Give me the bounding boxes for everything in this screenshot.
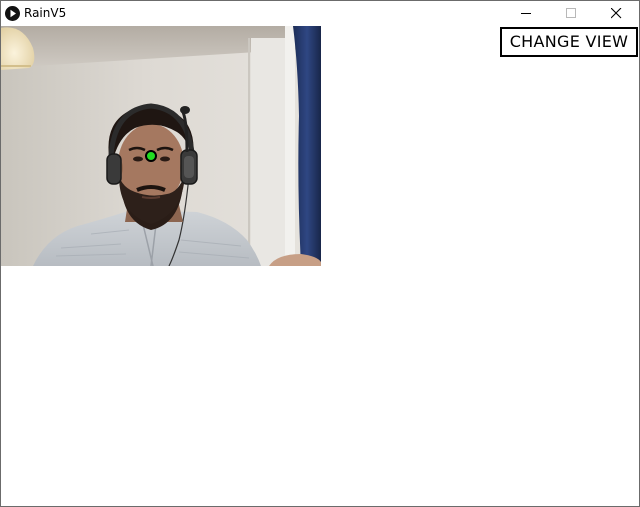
app-window: RainV5 CHANGE VIEW <box>0 0 640 507</box>
webcam-feed <box>1 26 321 266</box>
change-view-button[interactable]: CHANGE VIEW <box>500 27 638 57</box>
window-title: RainV5 <box>24 6 67 20</box>
close-icon <box>611 8 622 19</box>
maximize-icon <box>566 8 576 18</box>
minimize-button[interactable] <box>504 1 549 26</box>
close-button[interactable] <box>594 1 639 26</box>
minimize-icon <box>521 13 531 14</box>
nose-tracking-marker <box>145 150 157 162</box>
title-bar[interactable]: RainV5 <box>1 1 639 26</box>
maximize-button[interactable] <box>549 1 594 26</box>
sketch-canvas: CHANGE VIEW <box>1 26 639 506</box>
webcam-image <box>1 26 321 266</box>
play-circle-icon <box>5 6 20 21</box>
